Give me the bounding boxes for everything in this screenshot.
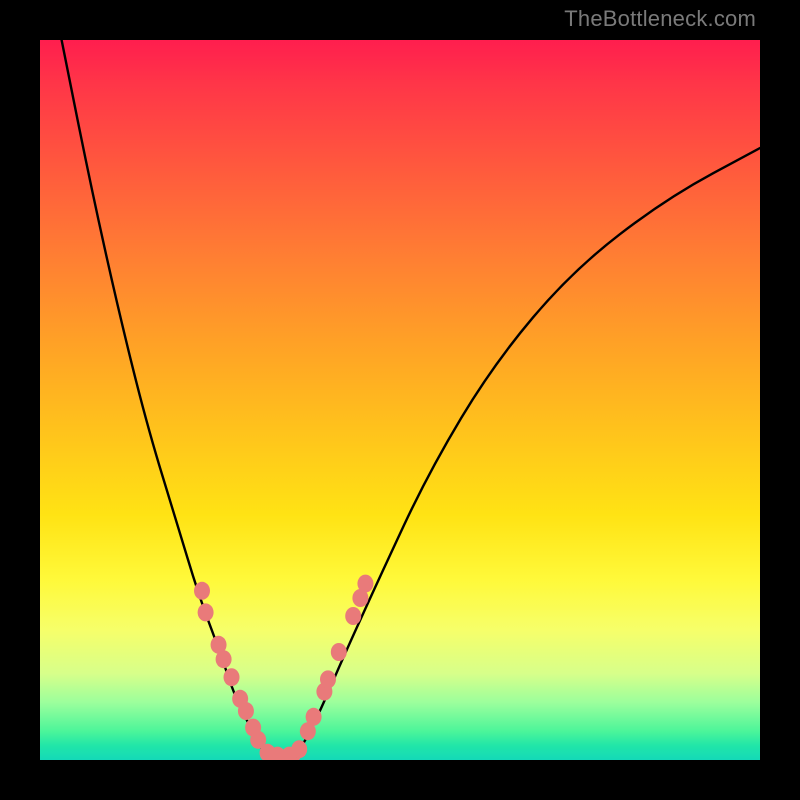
series-right-curve: [296, 148, 760, 756]
watermark-text: TheBottleneck.com: [564, 6, 756, 32]
data-marker: [194, 582, 210, 600]
plot-area: [40, 40, 760, 760]
data-marker: [345, 607, 361, 625]
curve-layer: [40, 40, 760, 760]
curves-group: [62, 40, 760, 756]
frame-right: [760, 0, 800, 800]
frame-left: [0, 0, 40, 800]
markers-group: [194, 575, 373, 760]
data-marker: [238, 702, 254, 720]
data-marker: [320, 670, 336, 688]
data-marker: [331, 643, 347, 661]
data-marker: [306, 708, 322, 726]
chart-stage: TheBottleneck.com: [0, 0, 800, 800]
data-marker: [198, 603, 214, 621]
frame-bottom: [0, 760, 800, 800]
data-marker: [216, 650, 232, 668]
data-marker: [357, 575, 373, 593]
series-left-curve: [62, 40, 267, 756]
data-marker: [224, 668, 240, 686]
data-marker: [291, 740, 307, 758]
